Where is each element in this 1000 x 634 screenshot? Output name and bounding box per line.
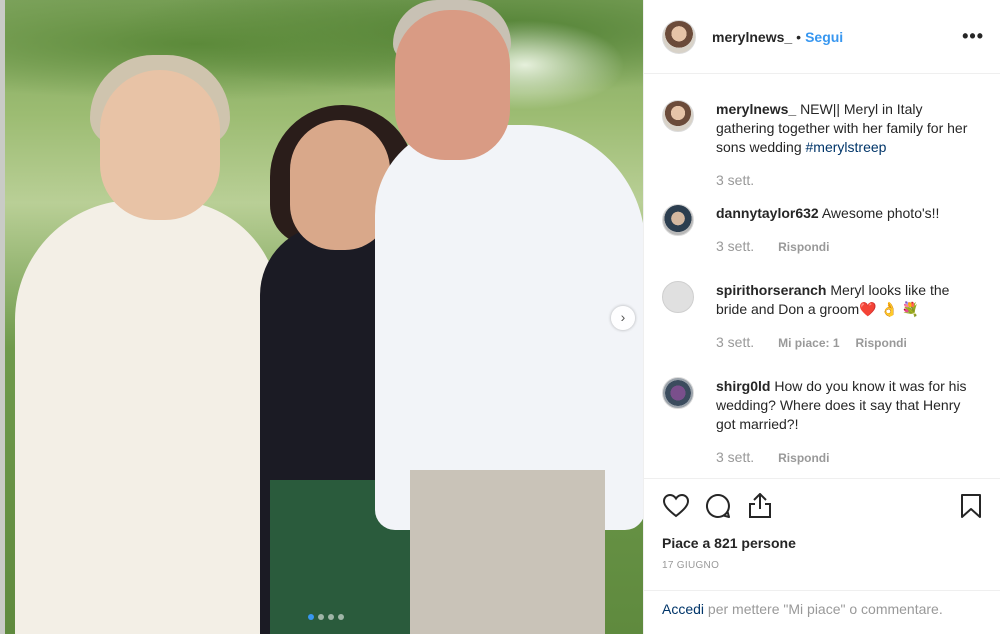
caption-meta: 3 sett.	[716, 171, 976, 190]
follow-button[interactable]: Segui	[805, 29, 843, 45]
comment-item: dannytaylor632 Awesome photo's!! 3 sett.…	[662, 204, 985, 257]
caption-time[interactable]: 3 sett.	[716, 171, 754, 190]
comment-meta: 3 sett. Mi piace: 1 Rispondi	[716, 333, 976, 353]
login-link[interactable]: Accedi	[662, 601, 704, 617]
reply-button[interactable]: Rispondi	[856, 334, 907, 353]
comment-avatar[interactable]	[662, 281, 694, 313]
bookmark-icon[interactable]	[957, 492, 985, 520]
carousel-dot[interactable]	[308, 614, 314, 620]
comments-list[interactable]: merylnews_ NEW|| Meryl in Italy gatherin…	[644, 74, 1000, 478]
carousel-next-button[interactable]: ›	[611, 306, 635, 330]
caption-username[interactable]: merylnews_	[716, 101, 796, 117]
action-icons	[662, 491, 985, 521]
comment-time[interactable]: 3 sett.	[716, 333, 754, 352]
comment-username[interactable]: spirithorseranch	[716, 282, 826, 298]
reply-button[interactable]: Rispondi	[778, 449, 829, 468]
login-prompt: Accedi per mettere "Mi piace" o commenta…	[644, 590, 1000, 627]
author-username[interactable]: merylnews_	[712, 29, 792, 45]
post-side-panel: merylnews_ • Segui ••• merylnews_ NEW|| …	[643, 0, 1000, 634]
comment-body: spirithorseranch Meryl looks like the br…	[716, 281, 976, 353]
carousel-dot[interactable]	[318, 614, 324, 620]
caption-item: merylnews_ NEW|| Meryl in Italy gatherin…	[662, 100, 985, 190]
comment-meta: 3 sett. Rispondi	[716, 237, 976, 257]
caption-hashtag[interactable]: #merylstreep	[806, 139, 887, 155]
carousel-dot[interactable]	[338, 614, 344, 620]
post-header: merylnews_ • Segui •••	[644, 0, 1000, 74]
caption-body: merylnews_ NEW|| Meryl in Italy gatherin…	[716, 100, 976, 190]
likes-count[interactable]: Piace a 821 persone	[662, 535, 985, 551]
comment-item: spirithorseranch Meryl looks like the br…	[662, 281, 985, 353]
post-date[interactable]: 17 GIUGNO	[662, 560, 985, 571]
comment-item: shirg0ld How do you know it was for his …	[662, 377, 985, 468]
comment-text: Awesome photo's!!	[821, 205, 940, 221]
comment-meta: 3 sett. Rispondi	[716, 448, 976, 468]
comment-username[interactable]: shirg0ld	[716, 378, 770, 394]
photo-person-right-legs	[410, 470, 605, 634]
more-options-icon[interactable]: •••	[962, 26, 984, 47]
comment-body: dannytaylor632 Awesome photo's!! 3 sett.…	[716, 204, 976, 257]
photo-person-right-face	[395, 10, 510, 160]
reply-button[interactable]: Rispondi	[778, 238, 829, 257]
carousel-dots	[308, 614, 344, 620]
comment-time[interactable]: 3 sett.	[716, 237, 754, 256]
login-text: per mettere "Mi piace" o commentare.	[704, 601, 943, 617]
heart-icon[interactable]	[662, 492, 690, 520]
comment-username[interactable]: dannytaylor632	[716, 205, 819, 221]
author-avatar[interactable]	[662, 19, 696, 54]
comment-avatar[interactable]	[662, 377, 694, 409]
post-actions: Piace a 821 persone 17 GIUGNO	[644, 478, 1000, 571]
comment-time[interactable]: 3 sett.	[716, 448, 754, 467]
comment-body: shirg0ld How do you know it was for his …	[716, 377, 976, 468]
share-icon[interactable]	[746, 492, 774, 520]
post-photo[interactable]: ›	[5, 0, 643, 634]
caption-avatar[interactable]	[662, 100, 694, 132]
carousel-dot[interactable]	[328, 614, 334, 620]
comment-icon[interactable]	[704, 492, 732, 520]
comment-likes[interactable]: Mi piace: 1	[778, 334, 839, 353]
photo-person-left-face	[100, 70, 220, 220]
comment-avatar[interactable]	[662, 204, 694, 236]
photo-person-left-body	[15, 200, 280, 634]
header-separator: •	[796, 28, 802, 45]
